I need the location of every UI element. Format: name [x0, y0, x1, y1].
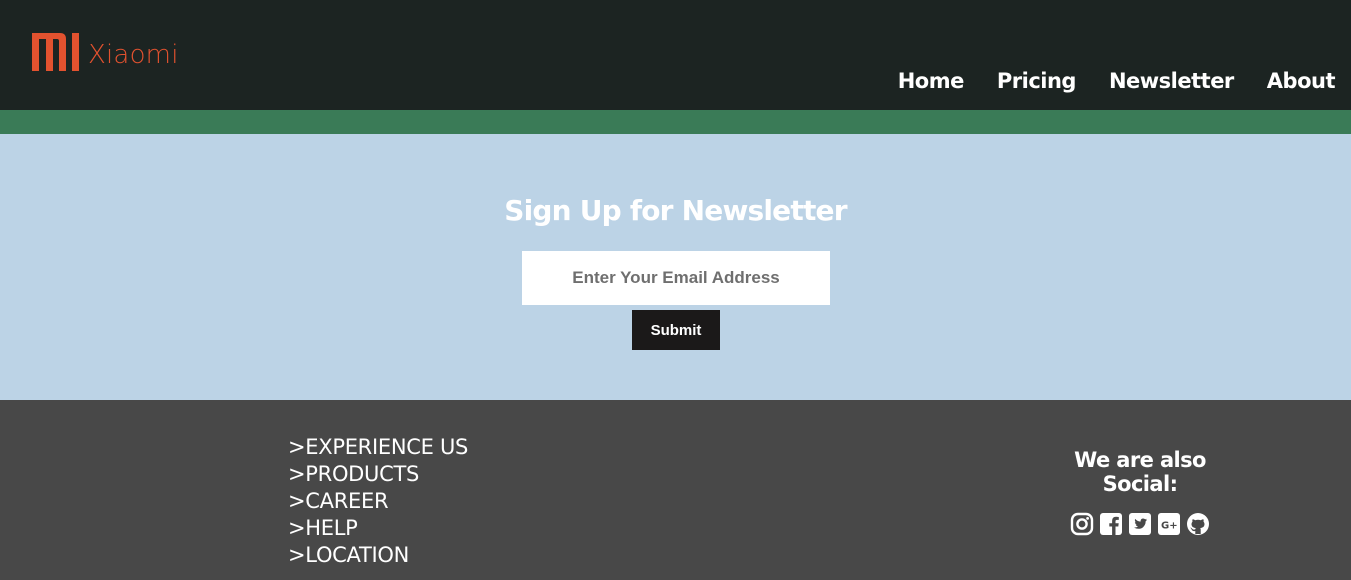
email-field[interactable]	[522, 251, 830, 305]
nav-newsletter[interactable]: Newsletter	[1109, 66, 1234, 96]
nav-home[interactable]: Home	[898, 66, 965, 96]
site-footer: >EXPERIENCE US >PRODUCTS >CAREER >HELP >…	[0, 400, 1351, 580]
mi-logo-icon	[32, 33, 86, 71]
google-plus-icon[interactable]: G+	[1157, 512, 1181, 536]
submit-button[interactable]: Submit	[632, 310, 720, 350]
footer-link-help[interactable]: >HELP	[288, 515, 468, 542]
nav-pricing[interactable]: Pricing	[997, 66, 1077, 96]
main-nav: Home Pricing Newsletter About	[898, 66, 1336, 96]
social-section: We are also Social: G+	[1040, 448, 1240, 536]
footer-links: >EXPERIENCE US >PRODUCTS >CAREER >HELP >…	[288, 434, 468, 569]
site-header: Xiaomi Home Pricing Newsletter About	[0, 0, 1351, 110]
newsletter-title: Sign Up for Newsletter	[504, 194, 847, 227]
footer-link-location[interactable]: >LOCATION	[288, 542, 468, 569]
github-icon[interactable]	[1186, 512, 1210, 536]
newsletter-section: Sign Up for Newsletter Submit	[0, 134, 1351, 400]
accent-bar	[0, 110, 1351, 134]
social-icons: G+	[1040, 512, 1240, 536]
twitter-icon[interactable]	[1128, 512, 1152, 536]
footer-link-products[interactable]: >PRODUCTS	[288, 461, 468, 488]
footer-link-experience[interactable]: >EXPERIENCE US	[288, 434, 468, 461]
social-title: We are also Social:	[1074, 448, 1206, 496]
nav-about[interactable]: About	[1267, 66, 1336, 96]
instagram-icon[interactable]	[1070, 512, 1094, 536]
brand-logo[interactable]: Xiaomi	[32, 33, 179, 71]
facebook-icon[interactable]	[1099, 512, 1123, 536]
svg-text:G+: G+	[1161, 521, 1178, 532]
footer-link-career[interactable]: >CAREER	[288, 488, 468, 515]
brand-name: Xiaomi	[88, 40, 179, 70]
